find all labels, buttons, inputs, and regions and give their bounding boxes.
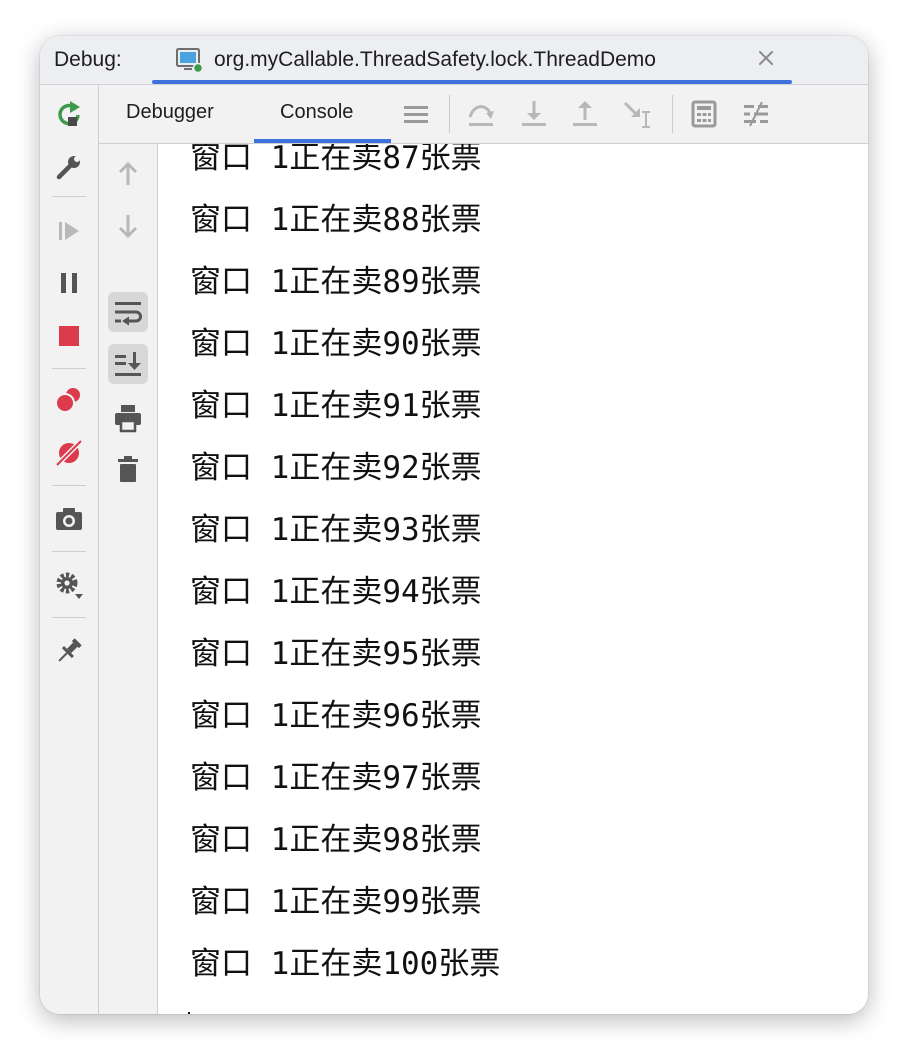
resume-icon[interactable] (53, 215, 85, 247)
console-line: 窗口 1正在卖90张票 (190, 326, 482, 362)
console-line: 窗口 1正在卖97张票 (190, 760, 482, 796)
console-line: 窗口 1正在卖87张票 (190, 144, 482, 176)
debug-label: Debug: (54, 48, 122, 71)
text-caret (188, 1012, 190, 1014)
gear-icon[interactable] (53, 569, 85, 601)
scroll-to-end-icon (115, 352, 141, 376)
print-button[interactable] (108, 398, 148, 438)
up-arrow-button[interactable] (108, 154, 148, 194)
console-line: 窗口 1正在卖94张票 (190, 574, 482, 610)
console-gutter-toolbar (99, 144, 158, 1014)
evaluate-icon[interactable] (688, 98, 720, 130)
application-run-icon (176, 48, 204, 74)
console-output[interactable]: 窗口 1正在卖87张票 窗口 1正在卖88张票 窗口 1正在卖89张票 窗口 1… (158, 144, 868, 1014)
rerun-icon[interactable] (53, 99, 85, 131)
close-icon[interactable] (752, 44, 780, 72)
step-out-icon[interactable] (569, 98, 601, 130)
down-arrow-icon (118, 215, 138, 239)
active-tab-indicator (254, 139, 391, 143)
debug-tab-row: Debugger Console (99, 85, 868, 144)
tab-console[interactable]: Console (280, 101, 353, 124)
session-tab[interactable]: org.myCallable.ThreadSafety.lock.ThreadD… (152, 36, 792, 84)
separator (52, 551, 86, 552)
down-arrow-button[interactable] (108, 206, 148, 246)
separator (449, 95, 450, 133)
soft-wrap-button[interactable] (108, 292, 148, 332)
step-into-icon[interactable] (518, 98, 550, 130)
session-tab-indicator (152, 80, 792, 84)
separator (672, 95, 673, 133)
console-line: 窗口 1正在卖96张票 (190, 698, 482, 734)
up-arrow-icon (118, 161, 138, 185)
print-icon (115, 405, 141, 433)
separator (52, 196, 86, 197)
step-over-icon[interactable] (465, 98, 497, 130)
soft-wrap-icon (115, 302, 142, 326)
console-line: 窗口 1正在卖92张票 (190, 450, 482, 486)
layout-icon[interactable] (400, 98, 432, 130)
console-line: 窗口 1正在卖93张票 (190, 512, 482, 548)
pause-icon[interactable] (53, 267, 85, 299)
console-line: 窗口 1正在卖100张票 (190, 946, 501, 982)
debug-titlebar: Debug: org.myCallable.ThreadSafety.lock.… (40, 36, 868, 85)
trash-icon (118, 456, 138, 482)
debug-side-toolbar (40, 85, 99, 1014)
run-to-cursor-icon[interactable] (621, 98, 653, 130)
camera-icon[interactable] (53, 503, 85, 535)
clear-console-button[interactable] (108, 449, 148, 489)
mute-breakpoints-icon[interactable] (53, 437, 85, 469)
trace-icon[interactable] (740, 98, 772, 130)
console-line: 窗口 1正在卖95张票 (190, 636, 482, 672)
stop-icon[interactable] (53, 320, 85, 352)
tab-debugger[interactable]: Debugger (126, 101, 214, 124)
separator (52, 368, 86, 369)
console-line: 窗口 1正在卖98张票 (190, 822, 482, 858)
console-line: 窗口 1正在卖89张票 (190, 264, 482, 300)
session-name: org.myCallable.ThreadSafety.lock.ThreadD… (214, 48, 656, 71)
console-line: 窗口 1正在卖99张票 (190, 884, 482, 920)
pin-icon[interactable] (53, 635, 85, 667)
settings-wrench-icon[interactable] (53, 151, 85, 183)
separator (52, 485, 86, 486)
debug-window: Debug: org.myCallable.ThreadSafety.lock.… (40, 36, 868, 1014)
console-line: 窗口 1正在卖91张票 (190, 388, 482, 424)
view-breakpoints-icon[interactable] (53, 384, 85, 416)
scroll-to-end-button[interactable] (108, 344, 148, 384)
separator (52, 617, 86, 618)
console-line: 窗口 1正在卖88张票 (190, 202, 482, 238)
